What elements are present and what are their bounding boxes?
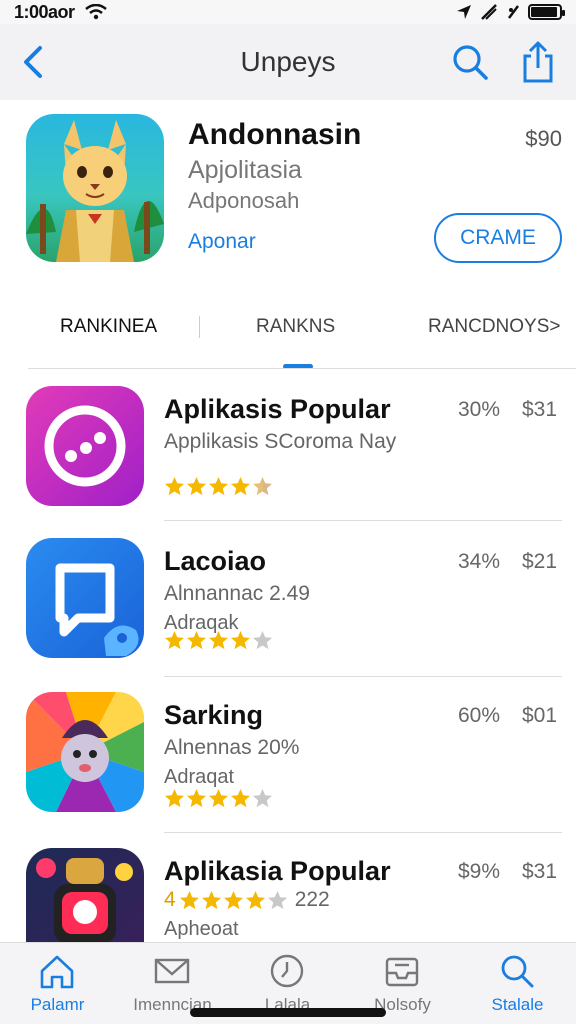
featured-app-subtitle: Apjolitasia (188, 156, 302, 184)
featured-app-link[interactable]: Aponar (188, 230, 256, 254)
orientation-lock-icon (508, 5, 519, 19)
star-icon (245, 890, 265, 909)
rating-count: 222 (294, 888, 330, 911)
inbox-icon (385, 957, 419, 987)
app-developer: Apheoat (164, 918, 239, 940)
location-arrow-icon (457, 5, 471, 19)
wifi-icon (84, 4, 107, 20)
clock-icon (270, 954, 304, 988)
featured-app-name[interactable]: Andonnasin (188, 118, 361, 152)
app-price: $31 (522, 398, 558, 421)
star-icon (267, 890, 287, 909)
cat-character-icon (26, 120, 164, 262)
featured-app-icon[interactable] (26, 114, 164, 262)
star-icon (179, 890, 199, 909)
tab-bar-label: Palamr (30, 995, 85, 1014)
list-item[interactable]: Sarking Alnennas 20% Adraqat 60% $01 (0, 692, 576, 842)
battery-icon (528, 4, 565, 20)
app-price: $01 (522, 704, 558, 727)
featured-app-price: $90 (525, 126, 562, 151)
back-chevron-icon[interactable] (18, 42, 48, 82)
chat-bubble-dots-icon[interactable] (26, 386, 144, 506)
search-icon (501, 955, 534, 988)
share-icon[interactable] (518, 40, 558, 84)
rating-value: 4 (164, 888, 176, 911)
star-icon (187, 477, 206, 496)
star-icon (209, 631, 228, 650)
star-icon (231, 477, 250, 496)
star-rating (164, 788, 273, 809)
app-percent: $9% (458, 860, 501, 883)
star-icon (253, 789, 272, 808)
star-icon (253, 631, 272, 650)
star-icon (223, 890, 243, 909)
page-title: Unpeys (240, 46, 336, 77)
star-icon (165, 631, 184, 650)
tab-ranks[interactable]: RANKNS (256, 316, 335, 338)
app-price: $21 (522, 550, 558, 573)
star-icon (201, 890, 221, 909)
tab-bar-item-home[interactable]: Palamr (0, 943, 115, 1024)
star-rating (164, 476, 273, 497)
app-name[interactable]: Aplikasis Popular (164, 394, 391, 425)
search-icon[interactable] (450, 42, 490, 82)
star-icon (187, 631, 206, 650)
list-item[interactable]: Aplikasis Popular Applikasis SCoroma Nay… (0, 386, 576, 536)
app-percent: 30% (458, 398, 501, 421)
tab-bar-label: Stalale (491, 995, 544, 1014)
status-bar: 1:00aor (0, 0, 576, 24)
star-icon (209, 477, 228, 496)
featured-app[interactable]: Andonnasin Apjolitasia Adponosah Aponar … (0, 100, 576, 290)
star-icon (165, 477, 184, 496)
signal-icon (481, 4, 497, 20)
message-square-icon[interactable] (26, 538, 144, 658)
app-subtitle: Applikasis SCoroma Nay (164, 430, 397, 453)
home-icon (40, 955, 74, 989)
app-name[interactable]: Sarking (164, 700, 263, 731)
tab-rancdnoys[interactable]: RANCDNOYS> (428, 316, 561, 338)
tab-bar-item-search[interactable]: Stalale (460, 943, 575, 1024)
divider (164, 676, 562, 677)
tab-divider (199, 316, 200, 338)
star-icon (231, 631, 250, 650)
app-percent: 60% (458, 704, 501, 727)
app-developer: Adraqat (164, 766, 235, 788)
app-subtitle: Alnnannac 2.49 (164, 582, 310, 605)
app-percent: 34% (458, 550, 501, 573)
tab-rankinea[interactable]: RANKINEA (60, 316, 157, 338)
star-rating: 4 222 (164, 888, 330, 912)
star-rating (164, 630, 273, 651)
app-subtitle: Alnennas 20% (164, 736, 300, 759)
divider (28, 368, 576, 369)
app-name[interactable]: Aplikasia Popular (164, 856, 391, 887)
app-name[interactable]: Lacoiao (164, 546, 266, 577)
navigation-bar: Unpeys (0, 24, 576, 100)
divider (164, 832, 562, 833)
ranking-tabs: RANKINEA RANKNS RANCDNOYS> (0, 300, 576, 370)
mail-icon (154, 958, 190, 984)
star-icon (187, 789, 206, 808)
get-button[interactable]: CRAME (434, 213, 562, 263)
star-icon (231, 789, 250, 808)
home-indicator (190, 1008, 386, 1017)
featured-app-developer: Adponosah (188, 188, 300, 213)
star-icon (165, 789, 184, 808)
game-character-icon[interactable] (26, 692, 144, 812)
divider (164, 520, 562, 521)
star-icon (209, 789, 228, 808)
app-price: $31 (522, 860, 558, 883)
list-item[interactable]: Lacoiao Alnnannac 2.49 Adraqak 34% $21 (0, 538, 576, 688)
star-icon (253, 477, 272, 496)
status-time: 1:00aor (14, 1, 75, 22)
